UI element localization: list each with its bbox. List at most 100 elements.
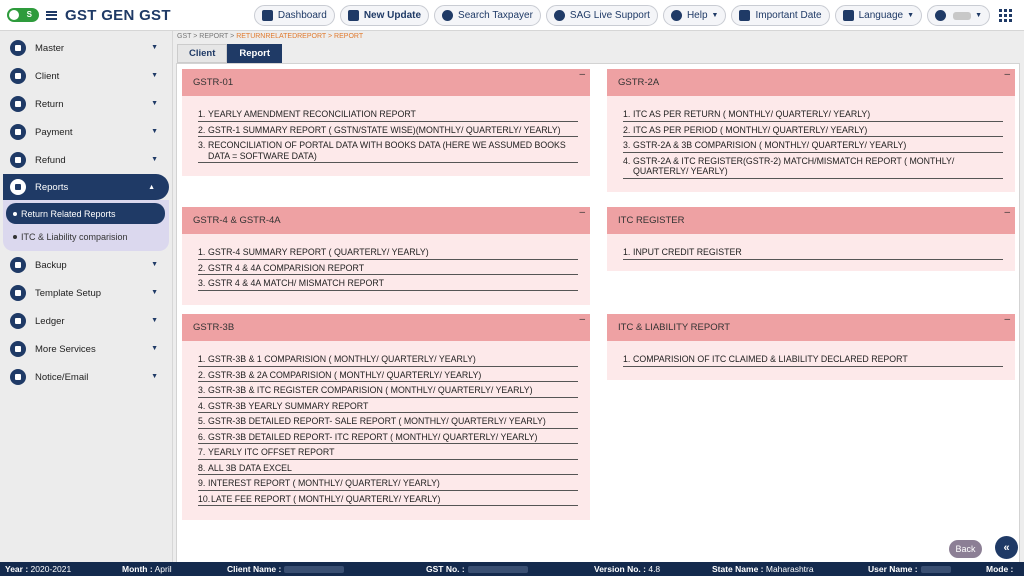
reports-submenu: Return Related Reports ITC & Liability c…: [3, 200, 169, 251]
card-title: GSTR-2A: [618, 77, 660, 88]
tab-report[interactable]: Report: [227, 44, 283, 63]
list-item[interactable]: 2. GSTR 4 & 4A COMPARISION REPORT: [198, 260, 578, 275]
chevron-down-icon: ▼: [151, 289, 158, 296]
card-header[interactable]: ITC & LIABILITY REPORT –: [607, 314, 1015, 341]
list-item[interactable]: 1. ITC AS PER RETURN ( MONTHLY/ QUARTERLY…: [623, 106, 1003, 122]
minimize-icon[interactable]: –: [579, 314, 585, 325]
card-header[interactable]: ITC REGISTER –: [607, 207, 1015, 234]
report-list: 1. YEARLY AMENDMENT RECONCILIATION REPORT…: [182, 96, 590, 163]
client-name-redacted: [284, 566, 345, 574]
sidebar-item-template-setup[interactable]: Template Setup ▼: [0, 279, 172, 307]
sidebar-item-ledger[interactable]: Ledger ▼: [0, 307, 172, 335]
menu-icon[interactable]: [46, 10, 57, 20]
list-item[interactable]: 1. GSTR-3B & 1 COMPARISION ( MONTHLY/ QUA…: [198, 351, 578, 367]
chevron-down-icon: ▼: [151, 261, 158, 268]
bullet-icon: [13, 234, 17, 239]
breadcrumb-item[interactable]: REPORT: [199, 33, 228, 40]
card-header[interactable]: GSTR-4 & GSTR-4A –: [182, 207, 590, 234]
minimize-icon[interactable]: –: [1004, 207, 1010, 218]
list-item[interactable]: 6. GSTR-3B DETAILED REPORT- ITC REPORT ( …: [198, 429, 578, 444]
list-item[interactable]: 4. GSTR-3B YEARLY SUMMARY REPORT: [198, 398, 578, 413]
back-button[interactable]: Back: [949, 540, 982, 558]
minimize-icon[interactable]: –: [1004, 314, 1010, 325]
mode-toggle[interactable]: S: [7, 8, 39, 22]
user-name-redacted: [953, 11, 972, 20]
list-item[interactable]: 1. INPUT CREDIT REGISTER: [623, 244, 1003, 260]
list-item[interactable]: 1. GSTR-4 SUMMARY REPORT ( QUARTERLY/ YEA…: [198, 244, 578, 260]
user-icon: [670, 10, 682, 21]
search-taxpayer-button[interactable]: Search Taxpayer: [434, 5, 541, 26]
list-item[interactable]: 9. INTEREST REPORT ( MONTHLY/ QUARTERLY/ …: [198, 475, 578, 491]
card-gstr-4: GSTR-4 & GSTR-4A – 1. GSTR-4 SUMMARY REPO…: [182, 207, 590, 305]
report-list: 1. GSTR-4 SUMMARY REPORT ( QUARTERLY/ YEA…: [182, 234, 590, 291]
sidebar: Master ▼ Client ▼ Return ▼ Payment ▼ Ref…: [0, 31, 173, 562]
list-item[interactable]: 2. ITC AS PER PERIOD ( MONTHLY/ QUARTERLY…: [623, 122, 1003, 137]
card-itc-register: ITC REGISTER – 1. INPUT CREDIT REGISTER: [607, 207, 1015, 271]
important-date-button[interactable]: Important Date: [731, 5, 830, 26]
card-header[interactable]: GSTR-01 –: [182, 69, 590, 96]
list-item[interactable]: 1. COMPARISION OF ITC CLAIMED & LIABILITY…: [623, 351, 1003, 367]
new-update-button[interactable]: New Update: [339, 5, 430, 26]
list-item[interactable]: 10. LATE FEE REPORT ( MONTHLY/ QUARTERLY/…: [198, 491, 578, 506]
language-button[interactable]: Language ▼: [834, 5, 923, 26]
list-item[interactable]: 3. GSTR 4 & 4A MATCH/ MISMATCH REPORT: [198, 275, 578, 291]
document-icon: [261, 10, 273, 21]
report-list: 1. ITC AS PER RETURN ( MONTHLY/ QUARTERLY…: [607, 96, 1015, 179]
apps-grid-icon[interactable]: [995, 5, 1016, 26]
sidebar-item-backup[interactable]: Backup ▼: [0, 251, 172, 279]
report-panel: GSTR-01 – 1. YEARLY AMENDMENT RECONCILIAT…: [176, 63, 1020, 566]
sidebar-item-label: Notice/Email: [35, 371, 89, 383]
sidebar-item-master[interactable]: Master ▼: [0, 34, 172, 62]
list-item[interactable]: 3. GSTR-2A & 3B COMPARISION ( MONTHLY/ QU…: [623, 137, 1003, 153]
sidebar-item-payment[interactable]: Payment ▼: [0, 118, 172, 146]
top-actions: Dashboard New Update Search Taxpayer SAG…: [253, 5, 1016, 26]
master-icon: [10, 40, 26, 56]
collapse-button[interactable]: «: [995, 536, 1018, 559]
list-item[interactable]: 7. YEARLY ITC OFFSET REPORT: [198, 444, 578, 460]
list-item[interactable]: 2. GSTR-3B & 2A COMPARISION ( MONTHLY/ QU…: [198, 367, 578, 382]
live-support-button[interactable]: SAG Live Support: [545, 5, 658, 26]
gst-no-redacted: [467, 566, 528, 574]
sidebar-item-notice-email[interactable]: Notice/Email ▼: [0, 363, 172, 391]
help-button[interactable]: Help ▼: [662, 5, 727, 26]
submenu-item-return-related-reports[interactable]: Return Related Reports: [6, 203, 165, 224]
chevron-down-icon: ▼: [907, 12, 915, 19]
return-icon: [10, 96, 26, 112]
submenu-item-itc-liability[interactable]: ITC & Liability comparision: [3, 226, 169, 247]
sidebar-item-return[interactable]: Return ▼: [0, 90, 172, 118]
list-item[interactable]: 3. GSTR-3B & ITC REGISTER COMPARISION ( M…: [198, 382, 578, 398]
sidebar-item-label: Reports: [35, 181, 69, 193]
minimize-icon[interactable]: –: [579, 207, 585, 218]
status-gst-no: GST No. :: [426, 564, 528, 574]
new-update-label: New Update: [363, 10, 422, 21]
sidebar-item-client[interactable]: Client ▼: [0, 62, 172, 90]
sidebar-item-refund[interactable]: Refund ▼: [0, 146, 172, 174]
list-item[interactable]: 1. YEARLY AMENDMENT RECONCILIATION REPORT: [198, 106, 578, 122]
breadcrumb-item[interactable]: RETURNRELATEDREPORT: [236, 33, 326, 40]
card-header[interactable]: GSTR-2A –: [607, 69, 1015, 96]
card-title: GSTR-4 & GSTR-4A: [193, 215, 281, 226]
tab-client[interactable]: Client: [177, 44, 228, 63]
list-item[interactable]: 2. GSTR-1 SUMMARY REPORT ( GSTN/STATE WIS…: [198, 122, 578, 137]
list-item[interactable]: 4. GSTR-2A & ITC REGISTER(GSTR-2) MATCH/M…: [623, 153, 1003, 179]
list-item[interactable]: 5. GSTR-3B DETAILED REPORT- SALE REPORT (…: [198, 413, 578, 429]
sidebar-item-more-services[interactable]: More Services ▼: [0, 335, 172, 363]
list-item[interactable]: 3. RECONCILIATION OF PORTAL DATA WITH BOO…: [198, 137, 578, 163]
user-menu-button[interactable]: ▼: [927, 5, 990, 26]
breadcrumb-item[interactable]: GST: [177, 33, 191, 40]
minimize-icon[interactable]: –: [579, 69, 585, 80]
refund-icon: [10, 152, 26, 168]
card-header[interactable]: GSTR-3B –: [182, 314, 590, 341]
sidebar-item-reports[interactable]: Reports ▲: [3, 174, 169, 200]
top-bar: S GST GEN GST Dashboard New Update Searc…: [0, 0, 1024, 31]
reports-icon: [10, 179, 26, 195]
chat-icon: [553, 10, 565, 21]
dashboard-button[interactable]: Dashboard: [253, 5, 335, 26]
calendar-icon: [739, 10, 751, 21]
list-item[interactable]: 8. ALL 3B DATA EXCEL: [198, 460, 578, 475]
sidebar-item-label: Template Setup: [35, 287, 102, 299]
minimize-icon[interactable]: –: [1004, 69, 1010, 80]
search-icon: [442, 10, 454, 21]
report-list: 1. INPUT CREDIT REGISTER: [607, 234, 1015, 260]
user-icon: [935, 10, 947, 21]
